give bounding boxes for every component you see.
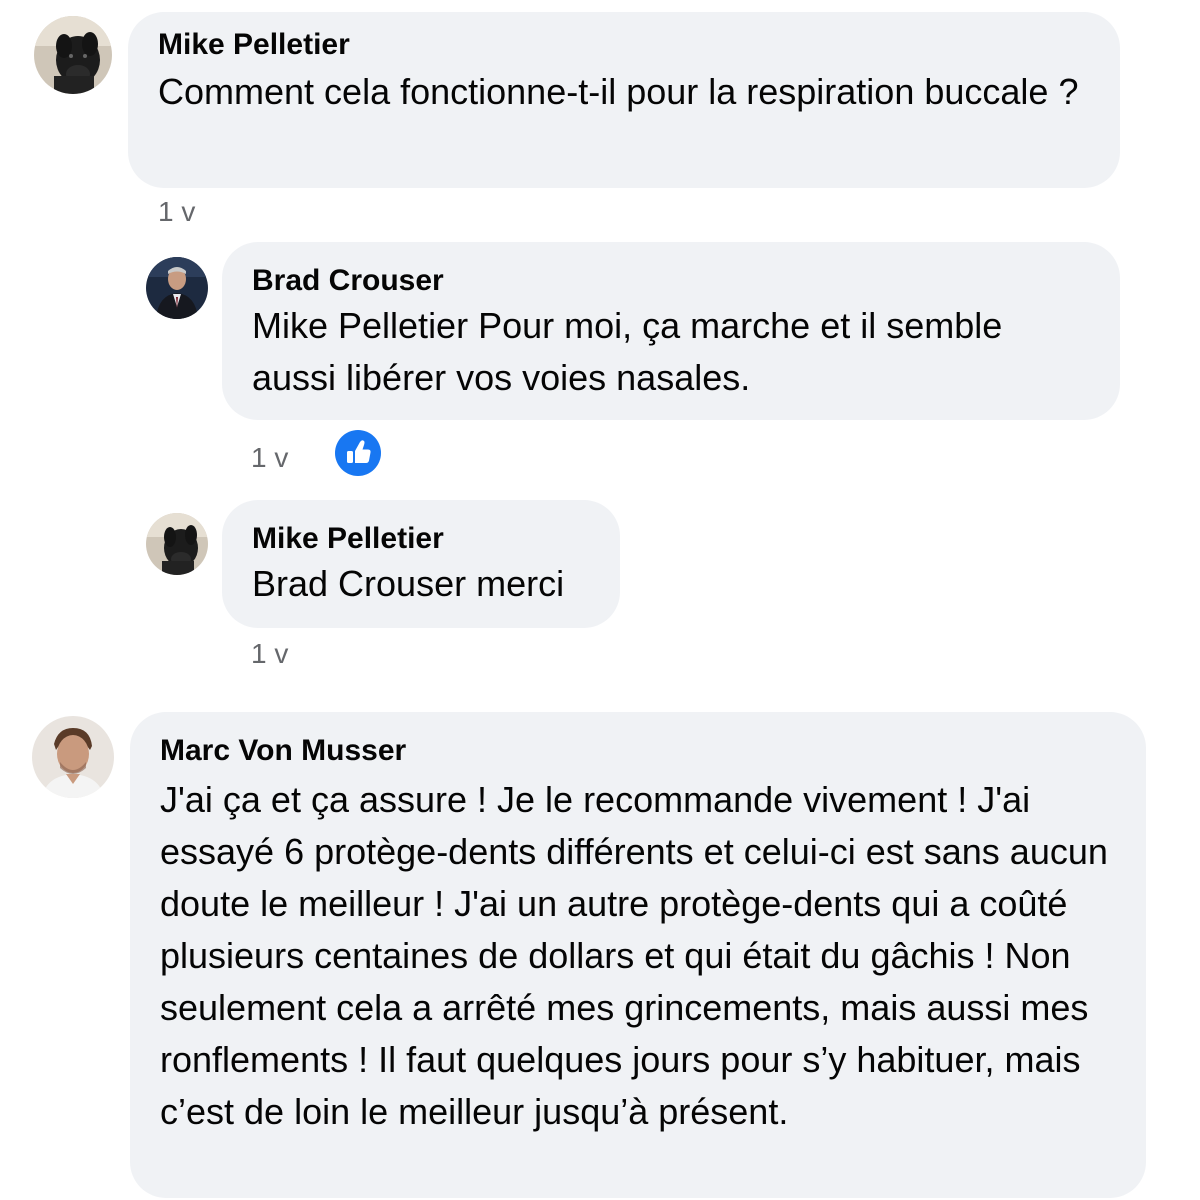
comment-bubble: Mike Pelletier Comment cela fonctionne-t… [128,12,1120,188]
comment-text: Comment cela fonctionne-t-il pour la res… [158,71,1079,112]
comment-author[interactable]: Mike Pelletier [158,28,1090,62]
like-thumbs-up-icon [347,440,371,463]
avatar-brad-crouser[interactable] [146,257,208,319]
man-in-suit-avatar-icon [146,257,208,319]
comment-timestamp[interactable]: 1 v [251,638,288,670]
reply-bubble: Brad Crouser Mike Pelletier Pour moi, ça… [222,242,1120,420]
dog-avatar-icon [34,16,112,94]
like-reaction-badge[interactable] [335,430,381,476]
dog-avatar-icon [146,513,208,575]
comment-bubble: Marc Von Musser J'ai ça et ça assure ! J… [130,712,1146,1198]
comment-text: Mike Pelletier Pour moi, ça marche et il… [252,305,1003,398]
comment-timestamp[interactable]: 1 v [158,196,195,228]
avatar-mike-pelletier[interactable] [146,513,208,575]
comment-author[interactable]: Mike Pelletier [252,522,590,556]
comment-timestamp[interactable]: 1 v [251,442,288,474]
comment-author[interactable]: Marc Von Musser [160,734,1118,768]
reply-bubble: Mike Pelletier Brad Crouser merci [222,500,620,628]
avatar-mike-pelletier[interactable] [34,16,112,94]
comment-text: Brad Crouser merci [252,563,565,604]
man-portrait-avatar-icon [32,716,114,798]
comment-author[interactable]: Brad Crouser [252,264,1090,298]
avatar-marc-von-musser[interactable] [32,716,114,798]
comment-text: J'ai ça et ça assure ! Je le recommande … [160,779,1108,1132]
